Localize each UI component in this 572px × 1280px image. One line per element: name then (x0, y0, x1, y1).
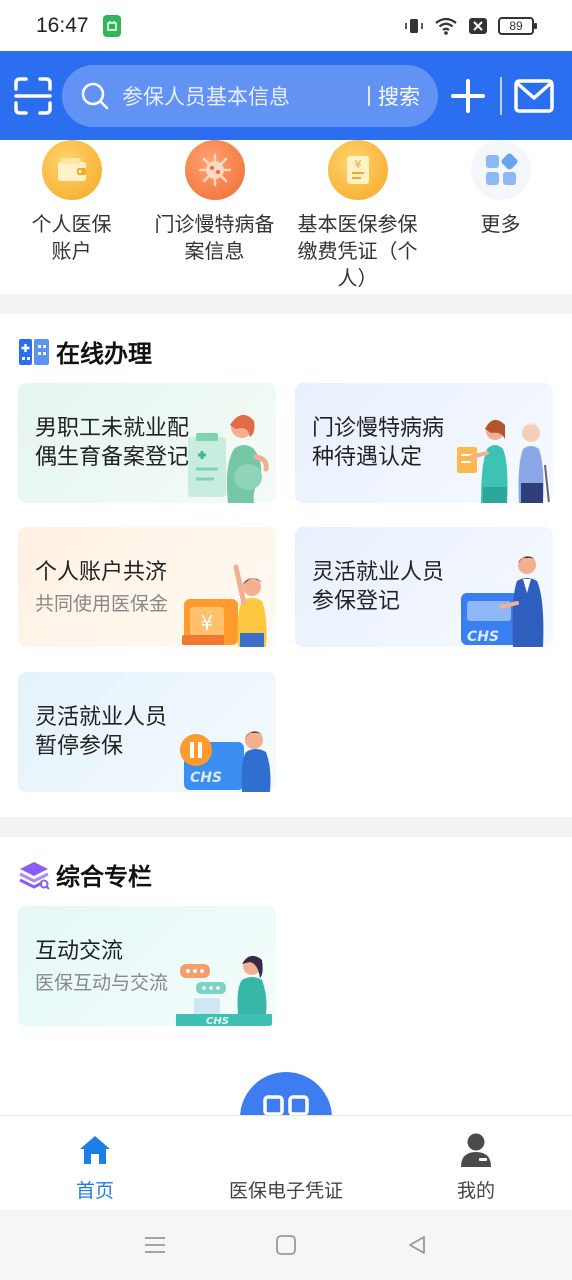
svg-text:¥: ¥ (201, 611, 214, 635)
service-card-spouse-maternity[interactable]: 男职工未就业配偶生育备案登记 (18, 383, 276, 503)
doctor-elderly-illustration (457, 419, 550, 503)
section-title-column: 综合专栏 (18, 857, 152, 892)
pregnant-woman-illustration (188, 414, 269, 503)
card-title: 灵活就业人员暂停参保 (35, 704, 168, 758)
nav-label: 我的 (456, 1181, 495, 1202)
status-icons: 89 (404, 16, 537, 36)
card-subtitle: 共同使用医保金 (35, 594, 169, 615)
wifi-icon (435, 17, 457, 35)
service-card-interaction[interactable]: 互动交流 医保互动与交流 CHS (18, 906, 276, 1026)
nav-label: 首页 (75, 1181, 114, 1202)
chat-desk-illustration: CHS (176, 955, 272, 1026)
mail-icon[interactable] (514, 78, 554, 113)
service-card-flexible-employment-register[interactable]: 灵活就业人员参保登记 CHS (295, 527, 553, 647)
section-divider (0, 817, 572, 837)
grid-icon (470, 140, 531, 200)
card-title: 男职工未就业配偶生育备案登记 (35, 415, 190, 469)
chs-card-person-illustration: CHS (461, 556, 544, 647)
nav-e-voucher[interactable]: 医保电子凭证 (191, 1116, 381, 1211)
pause-card-illustration: CHS (180, 731, 271, 792)
quick-links: 个人医保账户 门诊慢特病备案信息 ¥ 基本医保参保缴费凭证（个人） 更多 (0, 140, 572, 294)
top-bar: 参保人员基本信息 搜索 (0, 51, 572, 140)
service-card-chronic-disease-recognition[interactable]: 门诊慢特病病种待遇认定 (295, 383, 553, 503)
scan-button[interactable] (12, 75, 54, 117)
svg-text:CHS: CHS (206, 1016, 229, 1026)
hospital-icon (19, 338, 49, 365)
section-title-text: 在线办理 (56, 341, 152, 368)
vibrate-icon (405, 18, 423, 33)
svg-text:CHS: CHS (467, 629, 499, 645)
plus-icon[interactable] (450, 78, 486, 114)
search-divider (368, 85, 370, 106)
bottom-nav: 首页 医保电子凭证 我的 (0, 1115, 572, 1210)
svg-text:CHS: CHS (190, 770, 222, 786)
quick-link-label: 门诊慢特病备案信息 (154, 214, 275, 263)
user-icon (461, 1133, 491, 1167)
service-card-flexible-employment-pause[interactable]: 灵活就业人员暂停参保 CHS (18, 672, 276, 792)
quick-link-payment-voucher[interactable]: ¥ 基本医保参保缴费凭证（个人） (286, 140, 429, 294)
card-title: 灵活就业人员参保登记 (312, 559, 445, 613)
battery-indicator: 89 (498, 16, 537, 35)
card-subtitle: 医保互动与交流 (35, 973, 169, 994)
quick-link-chronic-disease[interactable]: 门诊慢特病备案信息 (143, 140, 286, 294)
scan-icon (14, 76, 52, 115)
quick-link-label: 更多 (480, 214, 521, 236)
search-input[interactable]: 参保人员基本信息 搜索 (62, 64, 438, 127)
search-icon (81, 82, 109, 109)
no-sim-icon (469, 17, 487, 34)
layers-icon (19, 861, 50, 890)
nav-label: 医保电子凭证 (228, 1181, 343, 1202)
section-title-online: 在线办理 (18, 334, 152, 369)
app-notification-icon (102, 14, 121, 37)
nav-home[interactable]: 首页 (0, 1116, 190, 1211)
card-title: 个人账户共济 (35, 559, 168, 584)
nav-mine[interactable]: 我的 (381, 1116, 571, 1211)
home-square-icon[interactable] (275, 1234, 297, 1256)
quick-link-label: 基本医保参保缴费凭证（个人） (297, 214, 418, 290)
system-nav-bar (0, 1210, 572, 1280)
service-card-account-sharing[interactable]: 个人账户共济 共同使用医保金 ¥ (18, 527, 276, 647)
home-icon (80, 1136, 110, 1164)
status-bar: 16:47 89 (0, 0, 572, 51)
status-time: 16:47 (36, 13, 89, 37)
wallet-person-illustration: ¥ (182, 564, 267, 647)
section-title-text: 综合专栏 (56, 864, 152, 891)
svg-text:¥: ¥ (354, 158, 361, 171)
quick-link-label: 个人医保账户 (31, 214, 112, 263)
card-title: 门诊慢特病病种待遇认定 (312, 415, 445, 469)
card-title: 互动交流 (35, 938, 124, 963)
back-icon[interactable] (406, 1234, 428, 1256)
quick-link-more[interactable]: 更多 (429, 140, 572, 294)
search-button[interactable]: 搜索 (378, 81, 420, 111)
receipt-icon: ¥ (327, 140, 388, 200)
virus-icon (184, 140, 245, 200)
wallet-icon (41, 140, 102, 200)
header-divider (500, 76, 502, 115)
menu-icon[interactable] (144, 1235, 166, 1255)
section-divider (0, 294, 572, 314)
quick-link-personal-account[interactable]: 个人医保账户 (0, 140, 143, 294)
search-placeholder: 参保人员基本信息 (122, 85, 290, 109)
